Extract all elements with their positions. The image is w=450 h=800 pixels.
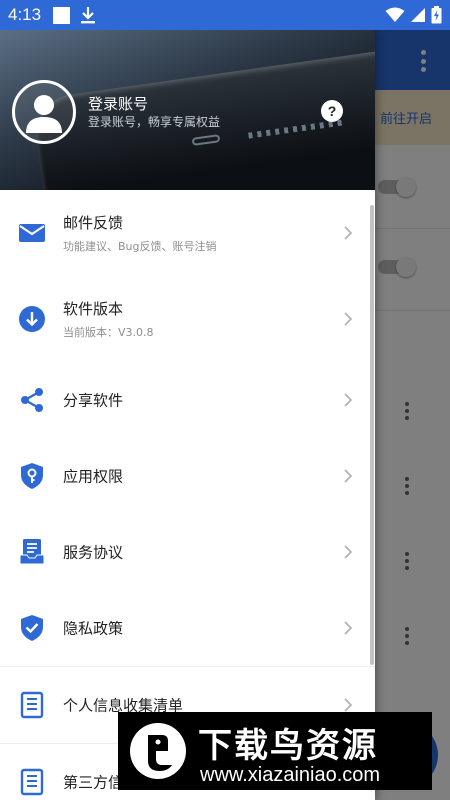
watermark-url: www.xiazainiao.com [200,764,381,786]
share-icon [21,388,43,412]
chevron-right-icon [344,226,353,240]
document-icon [19,539,45,565]
menu-item-sublabel: 功能建议、Bug反馈、账号注销 [63,240,217,253]
menu-item-label: 软件版本 [63,300,124,318]
chevron-right-icon [344,698,353,712]
notification-square-icon [53,6,71,24]
menu-item-label: 应用权限 [63,467,124,486]
login-subtitle: 登录账号，畅享专属权益 [88,115,221,129]
menu-item-label: 邮件反馈 [63,214,124,232]
watermark: 下载鸟资源 www.xiazainiao.com [118,712,432,790]
mail-icon [19,224,45,242]
wifi-icon [385,7,405,22]
download-icon [81,7,96,24]
key-shield-icon [21,463,43,489]
list-icon [20,691,44,719]
status-bar: 4:13 [0,0,450,30]
user-icon [26,95,62,133]
shield-check-icon [21,615,43,641]
menu-item-privacy-policy[interactable]: 隐私政策 [0,590,375,666]
menu-item-label: 隐私政策 [63,619,124,638]
menu-item-share-app[interactable]: 分享软件 [0,362,375,438]
menu-item-sublabel: 当前版本：V3.0.8 [63,326,154,339]
chevron-right-icon [344,469,353,483]
drawer-scrollbar[interactable] [370,205,374,665]
avatar[interactable] [12,80,76,144]
list-icon [20,768,44,796]
chevron-right-icon [344,545,353,559]
login-title[interactable]: 登录账号 [88,93,148,114]
menu-item-app-permissions[interactable]: 应用权限 [0,438,375,514]
signal-icon [411,8,425,22]
menu-item-label: 服务协议 [63,543,124,562]
bird-logo-icon [130,723,186,779]
status-time: 4:13 [8,5,42,24]
drawer-menu: 邮件反馈功能建议、Bug反馈、账号注销 软件版本当前版本：V3.0.8 分享软件… [0,190,375,800]
help-button[interactable]: ? [321,100,343,122]
drawer-header[interactable]: 登录账号 登录账号，畅享专属权益 ? [0,30,375,190]
navigation-drawer: 登录账号 登录账号，畅享专属权益 ? 邮件反馈功能建议、Bug反馈、账号注销 软… [0,30,375,800]
chevron-right-icon [344,312,353,326]
menu-item-service-agreement[interactable]: 服务协议 [0,514,375,590]
chevron-right-icon [344,393,353,407]
menu-item-software-version[interactable]: 软件版本当前版本：V3.0.8 [0,276,375,362]
watermark-title: 下载鸟资源 [198,726,378,766]
battery-icon [431,6,442,24]
menu-item-email-feedback[interactable]: 邮件反馈功能建议、Bug反馈、账号注销 [0,190,375,276]
menu-item-label: 分享软件 [63,391,124,410]
download-circle-icon [19,306,45,332]
chevron-right-icon [344,621,353,635]
